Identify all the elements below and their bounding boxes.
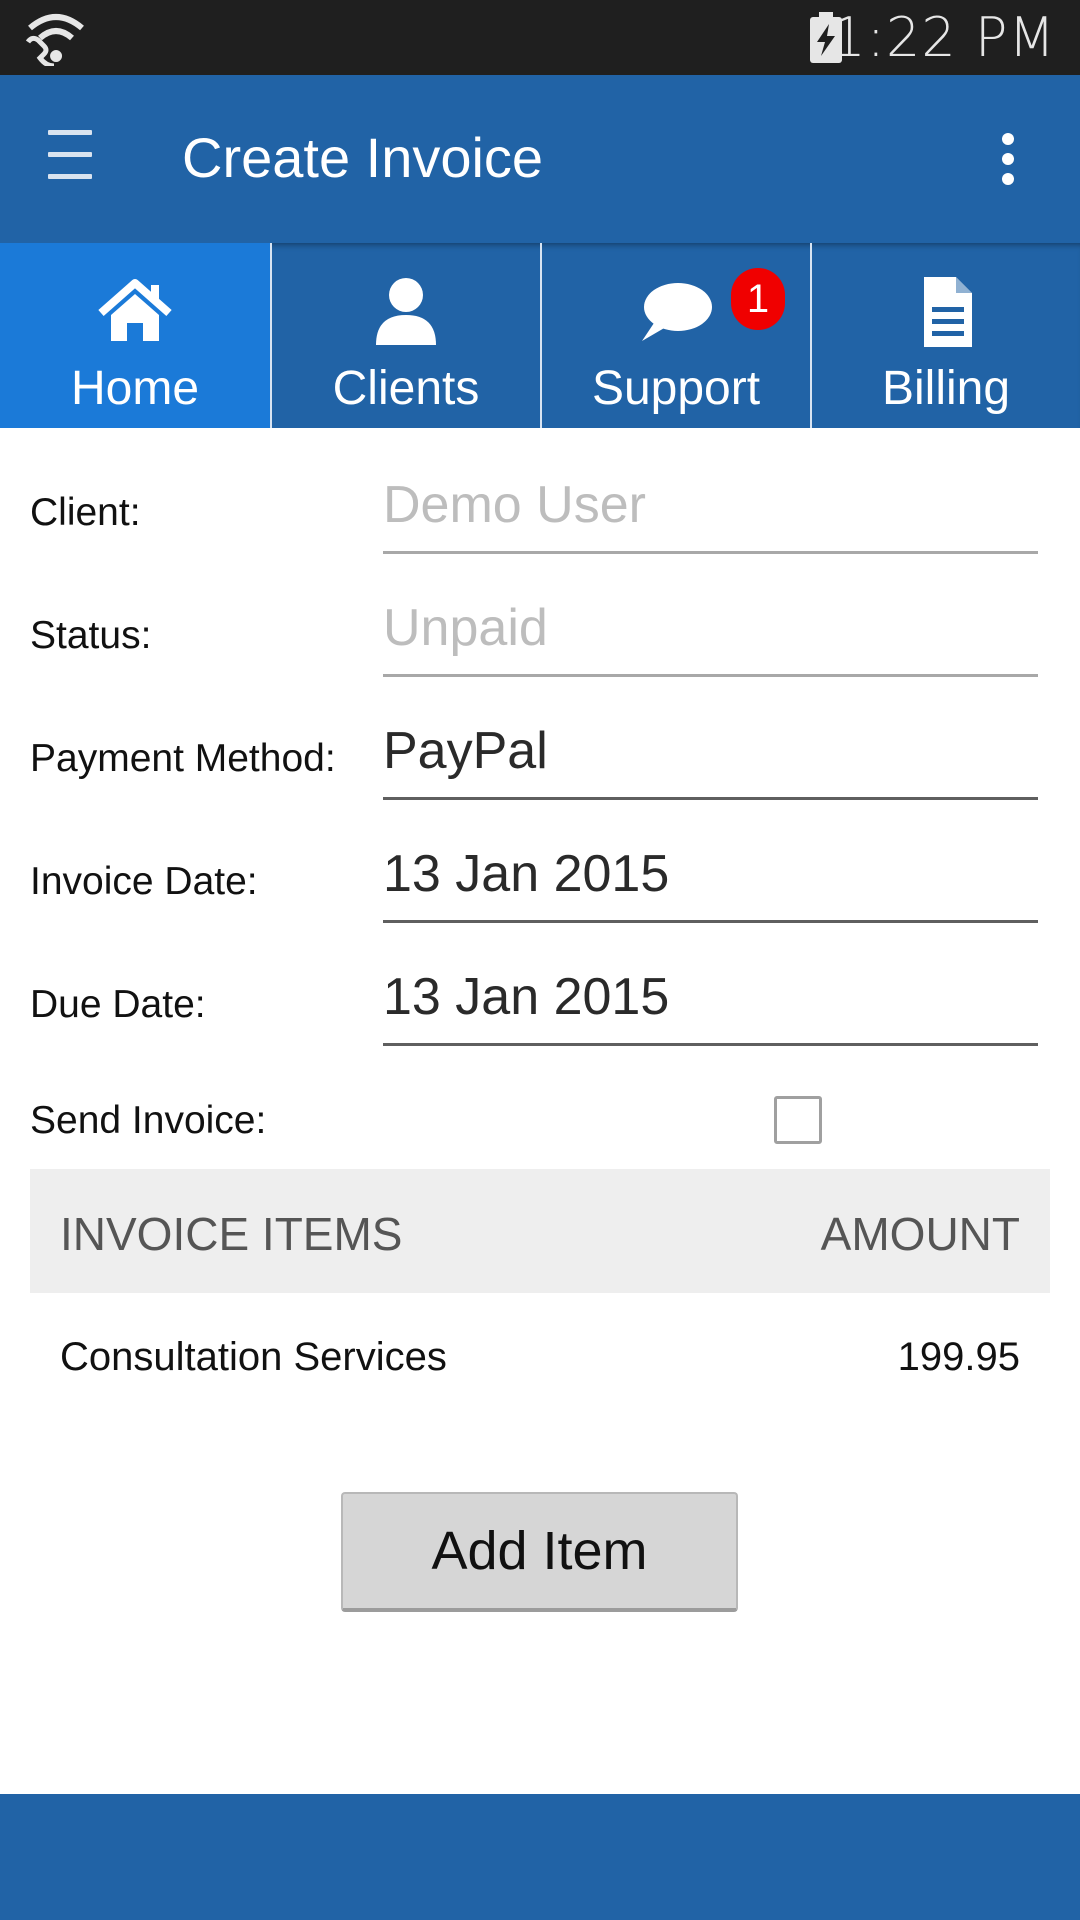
person-icon bbox=[376, 278, 436, 345]
payment-method-field[interactable]: PayPal bbox=[383, 716, 1038, 800]
clock: 1:22 PM bbox=[831, 6, 1056, 69]
due-date-label: Due Date: bbox=[30, 983, 206, 1026]
tab-home[interactable]: Home bbox=[0, 243, 270, 428]
tab-billing-label: Billing bbox=[881, 362, 1011, 415]
due-date-field[interactable]: 13 Jan 2015 bbox=[383, 962, 1038, 1046]
document-icon bbox=[924, 277, 972, 347]
tab-clients-label: Clients bbox=[332, 362, 480, 415]
tab-home-label: Home bbox=[70, 362, 200, 415]
chat-bubble-icon bbox=[642, 283, 712, 341]
item-name: Consultation Services bbox=[60, 1335, 447, 1379]
due-date-value: 13 Jan 2015 bbox=[383, 968, 670, 1026]
invoice-date-field[interactable]: 13 Jan 2015 bbox=[383, 839, 1038, 923]
client-row: Client: Demo User bbox=[0, 476, 1080, 592]
more-options-icon[interactable] bbox=[994, 133, 1022, 189]
support-notification-badge: 1 bbox=[731, 268, 785, 330]
payment-method-row: Payment Method: PayPal bbox=[0, 722, 1080, 838]
menu-icon[interactable] bbox=[48, 130, 92, 182]
invoice-items-column-header: INVOICE ITEMS bbox=[60, 1208, 403, 1260]
home-icon bbox=[98, 279, 172, 341]
app-bar: Create Invoice bbox=[0, 75, 1080, 243]
tab-support-label: Support bbox=[591, 362, 761, 415]
status-bar: 1:22 PM bbox=[0, 0, 1080, 75]
status-field[interactable]: Unpaid bbox=[383, 593, 1038, 677]
bottom-bar bbox=[0, 1794, 1080, 1920]
status-label: Status: bbox=[30, 614, 152, 657]
tab-clients[interactable]: Clients bbox=[270, 243, 540, 428]
tab-bar: Home Clients Support Billing bbox=[0, 243, 1080, 428]
item-amount: 199.95 bbox=[897, 1335, 1020, 1379]
invoice-items-header: INVOICE ITEMS AMOUNT bbox=[30, 1169, 1050, 1293]
status-placeholder: Unpaid bbox=[383, 599, 548, 657]
send-invoice-label: Send Invoice: bbox=[30, 1099, 267, 1142]
page-title: Create Invoice bbox=[182, 126, 544, 189]
table-row[interactable]: Consultation Services 199.95 bbox=[30, 1320, 1050, 1400]
invoice-date-row: Invoice Date: 13 Jan 2015 bbox=[0, 845, 1080, 961]
send-invoice-checkbox[interactable] bbox=[774, 1096, 822, 1144]
due-date-row: Due Date: 13 Jan 2015 bbox=[0, 968, 1080, 1084]
client-field[interactable]: Demo User bbox=[383, 470, 1038, 554]
status-row: Status: Unpaid bbox=[0, 599, 1080, 715]
invoice-date-value: 13 Jan 2015 bbox=[383, 845, 670, 903]
tab-billing[interactable]: Billing bbox=[810, 243, 1080, 428]
amount-column-header: AMOUNT bbox=[820, 1208, 1020, 1260]
payment-method-value: PayPal bbox=[383, 722, 548, 780]
client-placeholder: Demo User bbox=[383, 476, 646, 534]
payment-method-label: Payment Method: bbox=[30, 737, 336, 780]
add-item-button[interactable]: Add Item bbox=[341, 1492, 738, 1612]
wifi-calling-icon bbox=[26, 14, 84, 66]
invoice-date-label: Invoice Date: bbox=[30, 860, 258, 903]
client-label: Client: bbox=[30, 491, 141, 534]
